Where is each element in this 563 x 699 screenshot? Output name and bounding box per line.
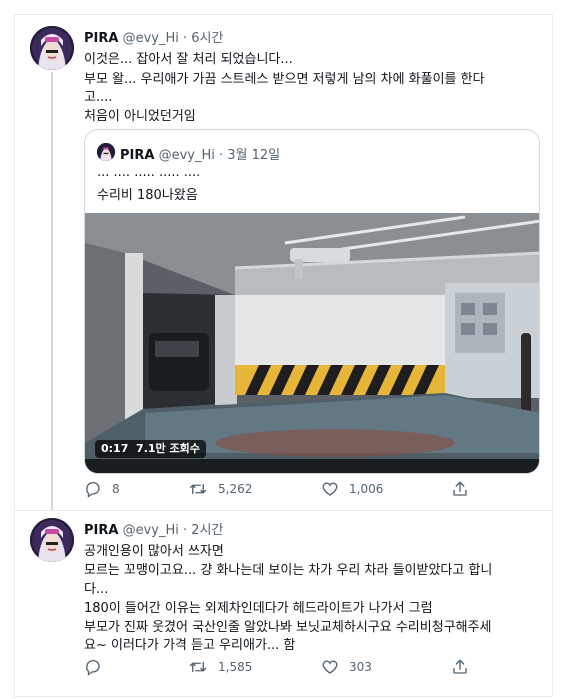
retweet-count: 1,585 [218, 660, 253, 674]
reply-count: 8 [112, 482, 120, 496]
quoted-text-line: ... .... ..... ..... .... [97, 165, 201, 180]
tweet-actions: 8 5,262 1,006 [84, 479, 484, 499]
video-frame [85, 213, 539, 473]
reply-button[interactable] [84, 657, 112, 677]
reply-icon [86, 659, 100, 676]
retweet-count: 5,262 [218, 482, 253, 496]
tweet-divider [15, 510, 552, 511]
tweet-header: PIRA @evy_Hi · 2시간 [84, 519, 223, 538]
user-handle[interactable]: @evy_Hi [123, 523, 179, 538]
separator-dot: · [183, 31, 188, 46]
tweet-text-line: 모르는 꼬맹이고요... 걍 화나는데 보이는 차가 우리 차라 들이받았다고 … [84, 563, 493, 578]
tweet-text-line: 180이 들어간 이유는 외제차인데다가 헤드라이트가 나가서 그럼 [84, 601, 433, 616]
tweet-text-line: 공개인용이 많아서 쓰자면 [84, 544, 224, 559]
thread-connector-line [51, 72, 53, 510]
tweet-header: PIRA @evy_Hi · 6시간 [84, 27, 223, 46]
reply-button[interactable]: 8 [84, 479, 120, 499]
like-button[interactable]: 1,006 [321, 479, 383, 499]
share-icon [453, 659, 467, 674]
tweet-text-line: 고.... [84, 90, 113, 105]
quoted-tweet-card[interactable]: PIRA @evy_Hi · 3월 12일 ... .... ..... ...… [84, 129, 540, 474]
share-icon [453, 481, 467, 496]
video-duration: 0:17 [101, 442, 129, 455]
quoted-tweet-header: PIRA @evy_Hi · 3월 12일 [120, 144, 280, 163]
like-button[interactable]: 303 [321, 657, 372, 677]
share-button[interactable] [451, 657, 479, 677]
tweet-text-line: 이것은... 잡아서 잘 처리 되었습니다... [84, 52, 293, 67]
tweet-text-line: 다... [84, 582, 109, 597]
quoted-user-handle: @evy_Hi [158, 148, 215, 163]
heart-icon [322, 482, 338, 496]
reply-icon [86, 481, 100, 498]
user-handle[interactable]: @evy_Hi [123, 31, 179, 46]
retweet-button[interactable]: 1,585 [188, 657, 252, 677]
like-count: 303 [349, 660, 372, 674]
separator-dot: · [183, 523, 188, 538]
retweet-button[interactable]: 5,262 [188, 479, 252, 499]
quoted-avatar [97, 143, 115, 161]
tweet-text-line: 요~ 이러다가 가격 듣고 우리애가... 함 [84, 638, 296, 653]
heart-icon [322, 660, 338, 674]
tweet-text-line: 처음이 아니었던거임 [84, 109, 196, 124]
quoted-text-line: 수리비 180나왔음 [97, 188, 198, 203]
video-player[interactable]: 0:17 7.1만 조회수 [85, 213, 539, 473]
tweet-time[interactable]: 2시간 [191, 523, 223, 538]
tweet-time[interactable]: 6시간 [191, 31, 223, 46]
tweet-text-line: 부모가 진짜 웃겼어 국산인줄 알았나봐 보닛교체하시구요 수리비청구해주세 [84, 620, 492, 635]
quoted-display-name: PIRA [120, 148, 155, 163]
avatar[interactable] [30, 26, 74, 70]
avatar[interactable] [30, 518, 74, 562]
like-count: 1,006 [349, 482, 384, 496]
video-duration-badge: 0:17 7.1만 조회수 [95, 440, 206, 458]
display-name[interactable]: PIRA [84, 31, 118, 46]
retweet-icon [189, 483, 207, 495]
tweet-actions: 1,585 303 [84, 657, 484, 677]
quoted-tweet-date: 3월 12일 [227, 148, 281, 163]
separator-dot: · [219, 148, 224, 163]
retweet-icon [189, 661, 207, 673]
display-name[interactable]: PIRA [84, 523, 118, 538]
share-button[interactable] [451, 479, 479, 499]
video-view-count: 7.1만 조회수 [136, 442, 200, 455]
tweet-text-line: 부모 왈... 우리애가 가끔 스트레스 받으면 저렇게 남의 차에 화풀이를 … [84, 72, 485, 87]
